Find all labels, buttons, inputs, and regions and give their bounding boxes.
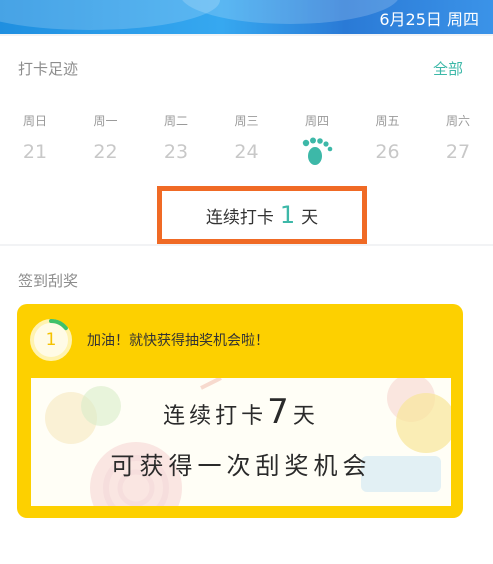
day-number: 22 [93, 141, 118, 163]
view-all-link[interactable]: 全部 [433, 58, 463, 79]
weekday-label: 周四 [304, 114, 329, 128]
streak-count: 1 [279, 201, 296, 229]
ticket-suffix: 天 [292, 404, 319, 429]
day-number: 26 [375, 141, 400, 163]
streak-counter: 连续打卡 1 天 [157, 186, 367, 244]
day-number: 24 [234, 141, 259, 163]
ticket-number: 7 [267, 392, 293, 432]
day-number: 27 [445, 141, 471, 163]
day-number: 23 [163, 141, 189, 163]
status-bar: 6月25日 周四 [0, 0, 493, 34]
cheer-text: 加油！就快获得抽奖机会啦！ [87, 333, 269, 349]
scratch-prize-panel[interactable]: 1 加油！就快获得抽奖机会啦！ 连续打卡7天 可获得一次刮奖机会 [17, 304, 463, 518]
day-saturday[interactable]: 周六 27 [433, 112, 483, 171]
weekday-label: 周二 [163, 114, 188, 128]
week-calendar: 周日 21 周一 22 周二 23 周三 24 周四 周五 26 周六 27 [0, 112, 493, 171]
weekday-label: 周日 [22, 114, 47, 128]
day-friday[interactable]: 周五 26 [363, 112, 413, 171]
checkin-title: 打卡足迹 [18, 60, 79, 78]
weekday-label: 周六 [445, 114, 470, 128]
status-date: 6月25日 周四 [379, 10, 479, 29]
ticket-prefix: 连续打卡 [163, 404, 268, 429]
weekday-label: 周三 [234, 114, 259, 128]
day-tuesday[interactable]: 周二 23 [151, 112, 201, 171]
streak-prefix: 连续打卡 [205, 207, 274, 228]
scratch-ticket[interactable]: 连续打卡7天 可获得一次刮奖机会 [31, 378, 451, 506]
day-monday[interactable]: 周一 22 [81, 112, 131, 171]
streak-suffix: 天 [301, 207, 319, 228]
footprint-icon [300, 137, 334, 171]
progress-count: 1 [45, 330, 57, 350]
header-wave-decoration [180, 0, 400, 24]
lottery-card: 签到刮奖 1 加油！就快获得抽奖机会啦！ 连续打卡7天 可获得一次刮奖机会 [0, 246, 493, 564]
weekday-label: 周一 [93, 114, 118, 128]
day-sunday[interactable]: 周日 21 [10, 112, 60, 171]
ticket-line-2: 可获得一次刮奖机会 [110, 452, 372, 480]
ticket-line-1: 连续打卡7天 [31, 392, 451, 432]
checkin-card: 打卡足迹 全部 周日 21 周一 22 周二 23 周三 24 周四 周五 26… [0, 36, 493, 244]
lottery-title: 签到刮奖 [18, 272, 79, 290]
day-wednesday[interactable]: 周三 24 [222, 112, 272, 171]
day-number: 21 [22, 141, 48, 163]
day-thursday-today[interactable]: 周四 [292, 112, 342, 171]
weekday-label: 周五 [375, 114, 400, 128]
